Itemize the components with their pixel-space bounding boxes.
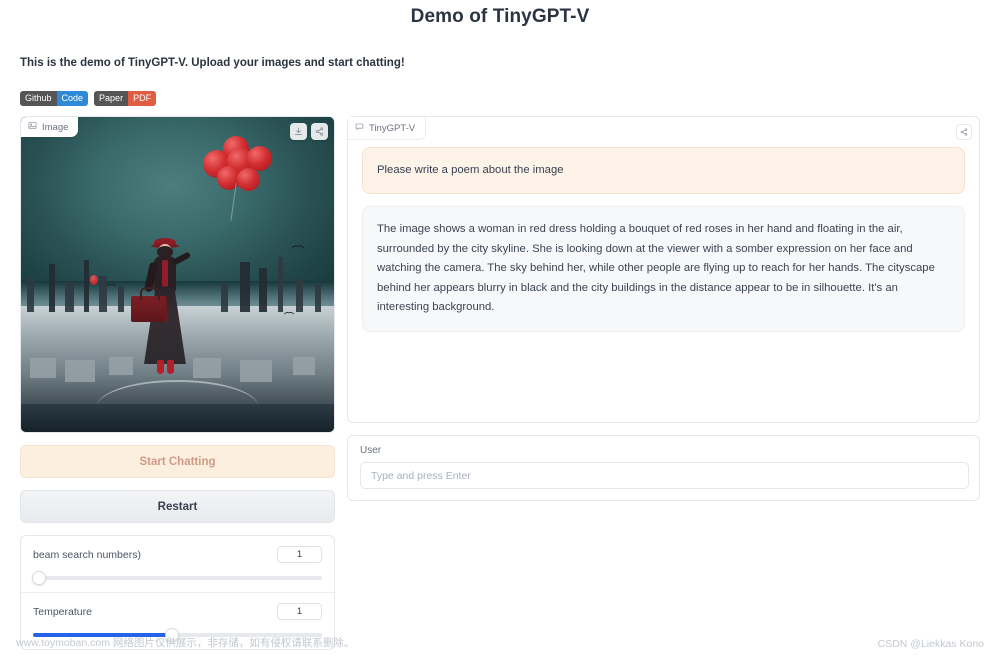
badge-github-code[interactable]: Github Code [20,91,89,106]
right-column: TinyGPT-V Please write a poem about the … [347,116,980,650]
badge-value: PDF [128,91,157,106]
slider-value[interactable]: 1 [277,603,322,620]
slider-label: Temperature [33,605,92,618]
restart-button[interactable]: Restart [20,490,335,523]
page-title: Demo of TinyGPT-V [410,6,590,27]
chat-bubble-icon [355,122,364,134]
left-column: Image Start Chatting Restart beam search… [20,116,335,650]
chat-tab: TinyGPT-V [348,117,427,140]
share-icon [960,123,968,141]
user-input-panel: User [347,435,980,501]
download-icon [294,123,303,141]
image-toolbar [290,123,328,140]
message-assistant: The image shows a woman in red dress hol… [362,206,965,332]
balloons [199,135,279,223]
settings-panel: beam search numbers) 1 Temperature 1 [20,535,335,650]
image-panel[interactable]: Image [20,116,335,433]
slider-value[interactable]: 1 [277,546,322,563]
footer-watermark-left: www.toymoban.com 网络图片仅供展示，非存储，如有侵权请联系删除。 [16,637,355,649]
image-tab: Image [21,117,79,137]
message-user: Please write a poem about the image [362,147,965,195]
download-button[interactable] [290,123,307,140]
badge-paper-pdf[interactable]: Paper PDF [94,91,157,106]
share-icon [315,123,324,141]
badge-value: Code [56,91,89,106]
woman-figure [130,230,195,390]
badge-list: Github Code Paper PDF [20,91,157,106]
slider-thumb[interactable] [31,571,46,585]
start-chatting-button[interactable]: Start Chatting [20,445,335,478]
footer-watermark-right: CSDN @Liekkas Kono [877,638,984,650]
badge-key: Github [20,91,57,106]
slider-label: beam search numbers) [33,548,141,561]
main-columns: Image Start Chatting Restart beam search… [20,116,980,650]
chat-tab-label: TinyGPT-V [369,122,416,134]
chat-share-button[interactable] [956,124,972,140]
chat-panel: TinyGPT-V Please write a poem about the … [347,116,980,423]
user-input-field[interactable] [360,462,969,489]
badge-key: Paper [94,91,129,106]
slider-track[interactable] [31,571,322,585]
image-tab-label: Image [42,121,69,133]
slider-beam-search[interactable]: beam search numbers) 1 [21,536,334,592]
page-subtitle: This is the demo of TinyGPT-V. Upload yo… [20,57,405,69]
user-input-label: User [360,445,382,456]
image-icon [28,121,37,133]
image-artwork [21,117,334,432]
app-root: Demo of TinyGPT-V This is the demo of Ti… [0,0,1000,656]
share-button[interactable] [311,123,328,140]
message-list: Please write a poem about the image The … [348,117,979,332]
